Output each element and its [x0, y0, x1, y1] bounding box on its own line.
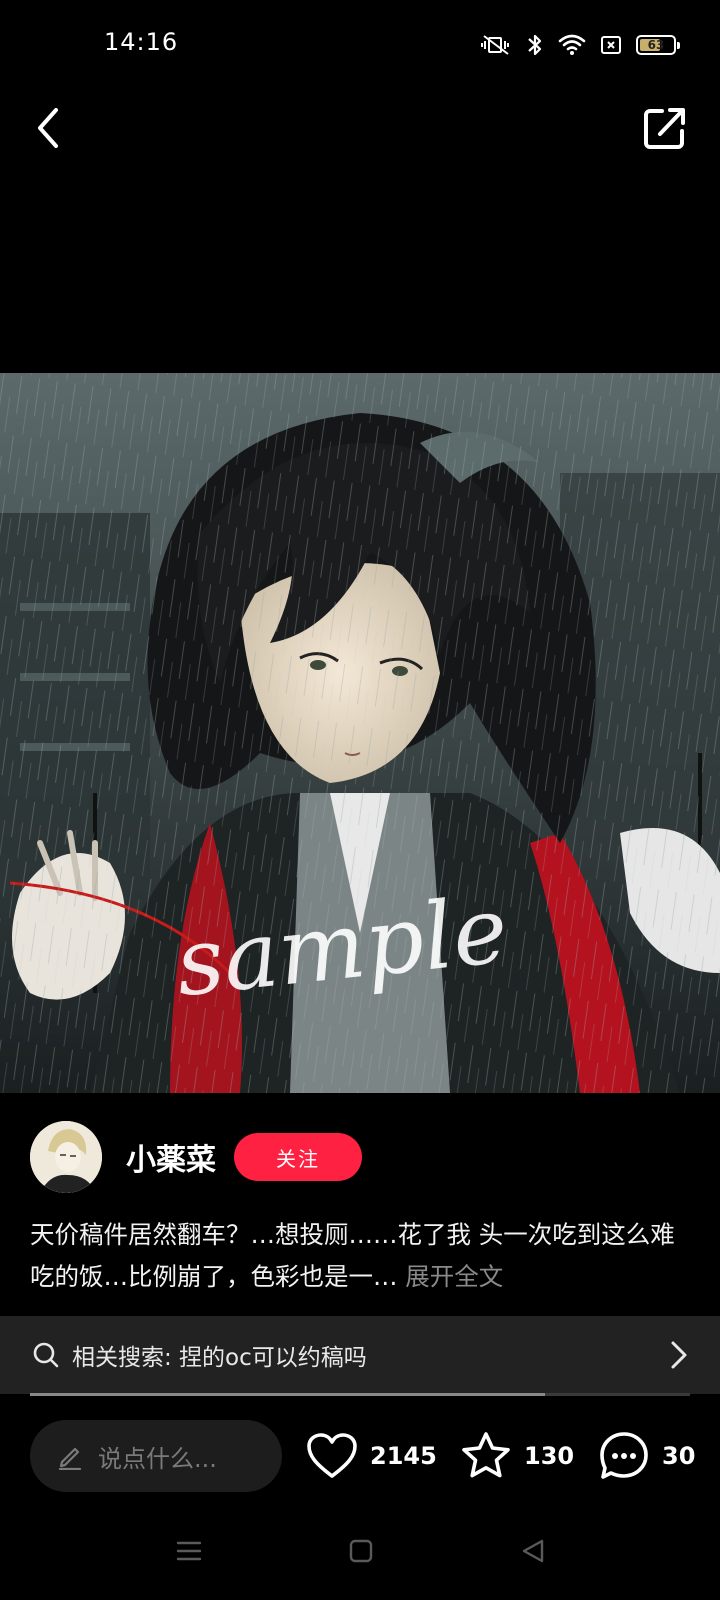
follow-button[interactable]: 关注: [234, 1133, 362, 1181]
author-row: 小薬菜 关注: [30, 1120, 690, 1194]
related-search-text: 相关搜索: 捏的oc可以约稿吗: [72, 1345, 367, 1371]
artwork-illustration: sample: [0, 373, 720, 1093]
chevron-right-icon: [671, 1341, 687, 1369]
comment-placeholder: 说点什么...: [98, 1444, 217, 1473]
comment-bubble-icon: [600, 1432, 648, 1479]
system-navigation-bar: [0, 1530, 720, 1580]
battery-percentage: 63: [647, 38, 665, 52]
note-detail-screen: 14:16 63 sample 小薬菜 关注 天价稿件居然翻车？…想投厕……花了…: [0, 0, 720, 1600]
favorite-count: 130: [524, 1442, 575, 1470]
avatar-image: [30, 1121, 102, 1193]
avatar[interactable]: [30, 1121, 102, 1193]
chevron-left-icon: [38, 108, 58, 148]
image-progress-track: [30, 1393, 690, 1396]
recent-apps-icon[interactable]: [176, 1538, 202, 1564]
status-icons: 63: [480, 30, 680, 60]
battery-icon: 63: [636, 35, 680, 55]
back-triangle-icon[interactable]: [520, 1538, 546, 1564]
post-image[interactable]: sample: [0, 373, 720, 1093]
search-icon: [33, 1342, 59, 1368]
share-external-icon: [644, 108, 685, 149]
comment-input[interactable]: 说点什么...: [30, 1420, 282, 1492]
like-count: 2145: [370, 1442, 437, 1470]
comment-count: 30: [662, 1442, 696, 1470]
sim-off-icon: [601, 36, 621, 54]
author-name[interactable]: 小薬菜: [126, 1135, 216, 1179]
wifi-icon: [558, 34, 586, 55]
caption-text: 天价稿件居然翻车？…想投厕……花了我 头一次吃到这么难吃的饭…比例崩了，色彩也是…: [30, 1220, 675, 1291]
expand-full-text-link[interactable]: 展开全文: [405, 1262, 503, 1291]
home-icon[interactable]: [348, 1538, 374, 1564]
status-time: 14:16: [104, 28, 179, 56]
bluetooth-icon: [528, 34, 542, 56]
post-caption: 天价稿件居然翻车？…想投厕……花了我 头一次吃到这么难吃的饭…比例崩了，色彩也是…: [30, 1214, 690, 1298]
like-button[interactable]: 2145: [306, 1428, 437, 1484]
star-icon: [462, 1432, 510, 1478]
status-bar: 14:16 63: [0, 0, 720, 90]
related-search-bar[interactable]: 相关搜索: 捏的oc可以约稿吗: [0, 1316, 720, 1394]
image-progress-fill: [30, 1393, 545, 1396]
favorite-button[interactable]: 130: [460, 1428, 574, 1484]
heart-icon: [307, 1433, 357, 1478]
share-button[interactable]: [640, 102, 690, 154]
mute-vibrate-icon: [481, 35, 509, 55]
pencil-icon: [58, 1447, 82, 1470]
comments-button[interactable]: 30: [598, 1428, 695, 1484]
back-button[interactable]: [28, 100, 72, 156]
